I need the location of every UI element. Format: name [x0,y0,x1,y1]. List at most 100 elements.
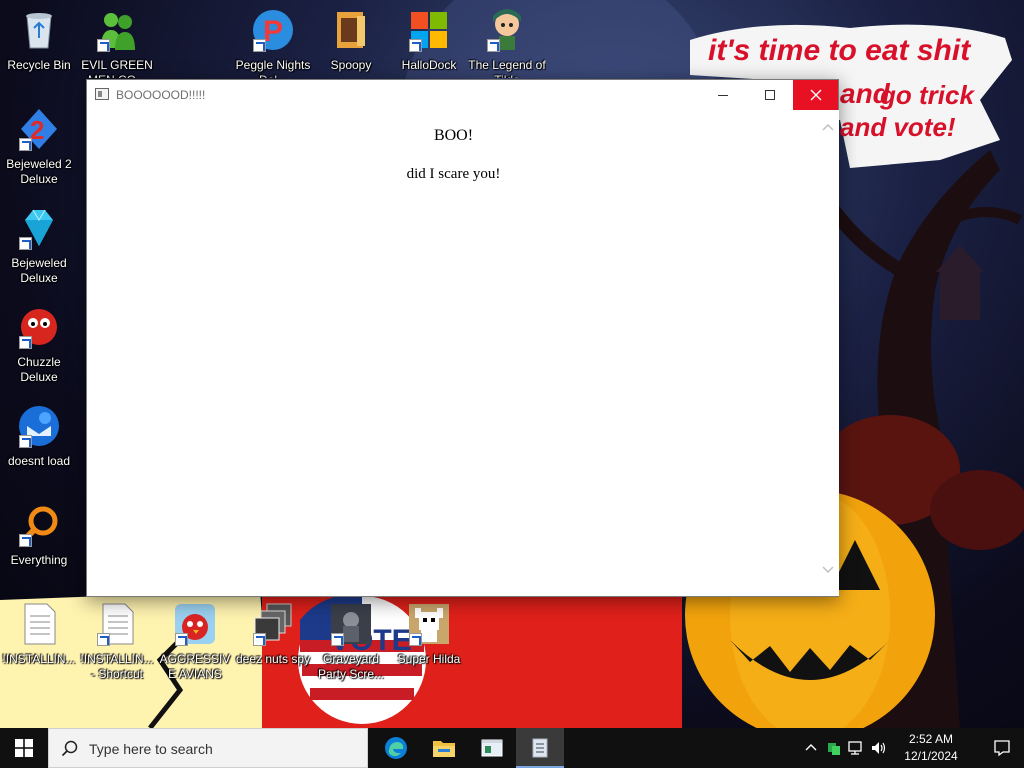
text-file-icon [17,602,61,646]
close-button[interactable] [793,80,838,110]
volume-icon[interactable] [870,740,888,756]
shortcut-arrow-icon [19,336,32,349]
taskbar: Type here to search 2:52 AM 12/1/2024 [0,728,1024,768]
notification-center-button[interactable] [980,728,1024,768]
shortcut-arrow-icon [19,534,32,547]
desktop-icon-bejeweled-2[interactable]: 2 Bejeweled 2 Deluxe [0,107,78,187]
graveyard-icon [329,602,373,646]
shortcut-arrow-icon [175,633,188,646]
angry-bird-icon [173,602,217,646]
taskbar-file-explorer[interactable] [420,728,468,768]
desktop-icon-label: EVIL GREEN MEN CO... [81,58,153,78]
window-titlebar[interactable]: BOOOOOOD!!!!! [87,80,838,110]
search-icon [61,740,78,757]
desktop-icon-hallodock[interactable]: HalloDock [390,8,468,73]
minimize-icon [717,94,728,96]
shortcut-arrow-icon [409,39,422,52]
green-men-icon [95,8,139,52]
start-button[interactable] [0,728,48,768]
diamond-icon [17,206,61,250]
shortcut-arrow-icon [253,39,266,52]
desktop-icon-super-hilda[interactable]: Super Hilda [390,602,468,667]
shortcut-arrow-icon [409,633,422,646]
windows-logo-icon [407,8,451,52]
shortcut-arrow-icon [19,435,32,448]
chevron-up-icon[interactable] [804,740,818,754]
desktop-icon-doesnt-load[interactable]: doesnt load [0,404,78,469]
desktop-icon-label: doesnt load [7,454,71,468]
wallpaper-caption-line2b: go trick [880,80,974,110]
shortcut-arrow-icon [331,633,344,646]
svg-text:2: 2 [30,115,44,145]
thunderbird-icon [17,404,61,448]
svg-text:P: P [263,15,283,48]
window-app-icon [95,88,109,100]
taskbar-search-box[interactable]: Type here to search [48,728,368,768]
shortcut-arrow-icon [19,237,32,250]
legend-character-icon [485,8,529,52]
desktop-icon-label: HalloDock [401,58,457,72]
desktop-icon-bejeweled[interactable]: Bejeweled Deluxe [0,206,78,286]
network-status-icon[interactable] [826,740,842,756]
file-explorer-icon [433,741,455,757]
boo-heading: BOO! [433,127,474,144]
pixel-dog-icon [407,602,451,646]
magnifier-icon [17,503,61,547]
maximize-icon [764,90,775,100]
recycle-bin-icon [17,8,61,52]
wallpaper-caption-line3: and vote! [840,112,956,142]
search-placeholder: Type here to search [89,741,213,757]
desktop-icon-label: Graveyard Party Scre... [317,652,385,681]
scroll-up-arrow-icon[interactable] [821,122,835,132]
text-file-icon [95,602,139,646]
window-app-icon [481,739,503,757]
desktop-icon-installing[interactable]: !INSTALLIN... [0,602,78,667]
chuzzle-icon [17,305,61,349]
desktop-icon-chuzzle[interactable]: Chuzzle Deluxe [0,305,78,385]
wallpaper-caption-line1: it's time to eat shit [708,34,971,67]
desktop-icon-peggle-nights[interactable]: P Peggle Nights Del... [234,8,312,78]
boo-window[interactable]: BOOOOOOD!!!!! BOO! did I scare you! [86,79,839,597]
peggle-icon: P [251,8,295,52]
desktop-icon-label: Bejeweled 2 Deluxe [6,157,72,186]
windows-start-icon [15,739,33,757]
spoopy-folder-icon [329,8,373,52]
clock-time[interactable]: 2:52 AM [896,732,966,746]
taskbar-active-app[interactable] [516,728,564,768]
bejeweled-2-icon: 2 [17,107,61,151]
shortcut-arrow-icon [19,138,32,151]
desktop-icon-label: deez nuts spy [235,652,311,666]
taskbar-window-app[interactable] [468,728,516,768]
desktop-icon-recycle-bin[interactable]: Recycle Bin [0,8,78,73]
desktop-icon-aggressive-avians[interactable]: AGGRESSIVE AVIANS [156,602,234,682]
desktop-icon-label: Super Hilda [397,652,461,666]
desktop-icon-label: Peggle Nights Del... [235,58,311,78]
shortcut-arrow-icon [97,633,110,646]
shortcut-arrow-icon [487,39,500,52]
windows-stack-icon [251,602,295,646]
taskbar-edge[interactable] [372,728,420,768]
ethernet-icon[interactable] [848,740,866,756]
desktop-icon-label: !INSTALLIN... [2,652,76,666]
notepad-app-icon [532,738,548,758]
shortcut-arrow-icon [253,633,266,646]
shortcut-arrow-icon [97,39,110,52]
desktop-icon-graveyard-party[interactable]: Graveyard Party Scre... [312,602,390,682]
scroll-down-arrow-icon[interactable] [821,565,835,575]
close-icon [810,89,821,101]
desktop-icon-label: Bejeweled Deluxe [11,256,67,285]
desktop-icon-installing-shortcut[interactable]: !INSTALLIN... - Shortcut [78,602,156,682]
maximize-button[interactable] [747,80,792,110]
desktop-icon-spoopy[interactable]: Spoopy [312,8,390,73]
desktop-icon-label: Recycle Bin [7,58,71,72]
desktop-icon-evil-green-men[interactable]: EVIL GREEN MEN CO... [78,8,156,78]
desktop-icon-everything[interactable]: Everything [0,503,78,568]
desktop-icon-label: Spoopy [330,58,372,72]
desktop-icon-legend-of-tilda[interactable]: The Legend of Tilda [468,8,546,78]
minimize-button[interactable] [700,80,745,110]
desktop-icon-label: !INSTALLIN... - Shortcut [80,652,154,681]
desktop-icon-label: The Legend of Tilda [468,58,546,78]
clock-date[interactable]: 12/1/2024 [896,749,966,763]
desktop-icon-deez-nuts-spy[interactable]: deez nuts spy [234,602,312,667]
notification-icon [994,740,1010,757]
